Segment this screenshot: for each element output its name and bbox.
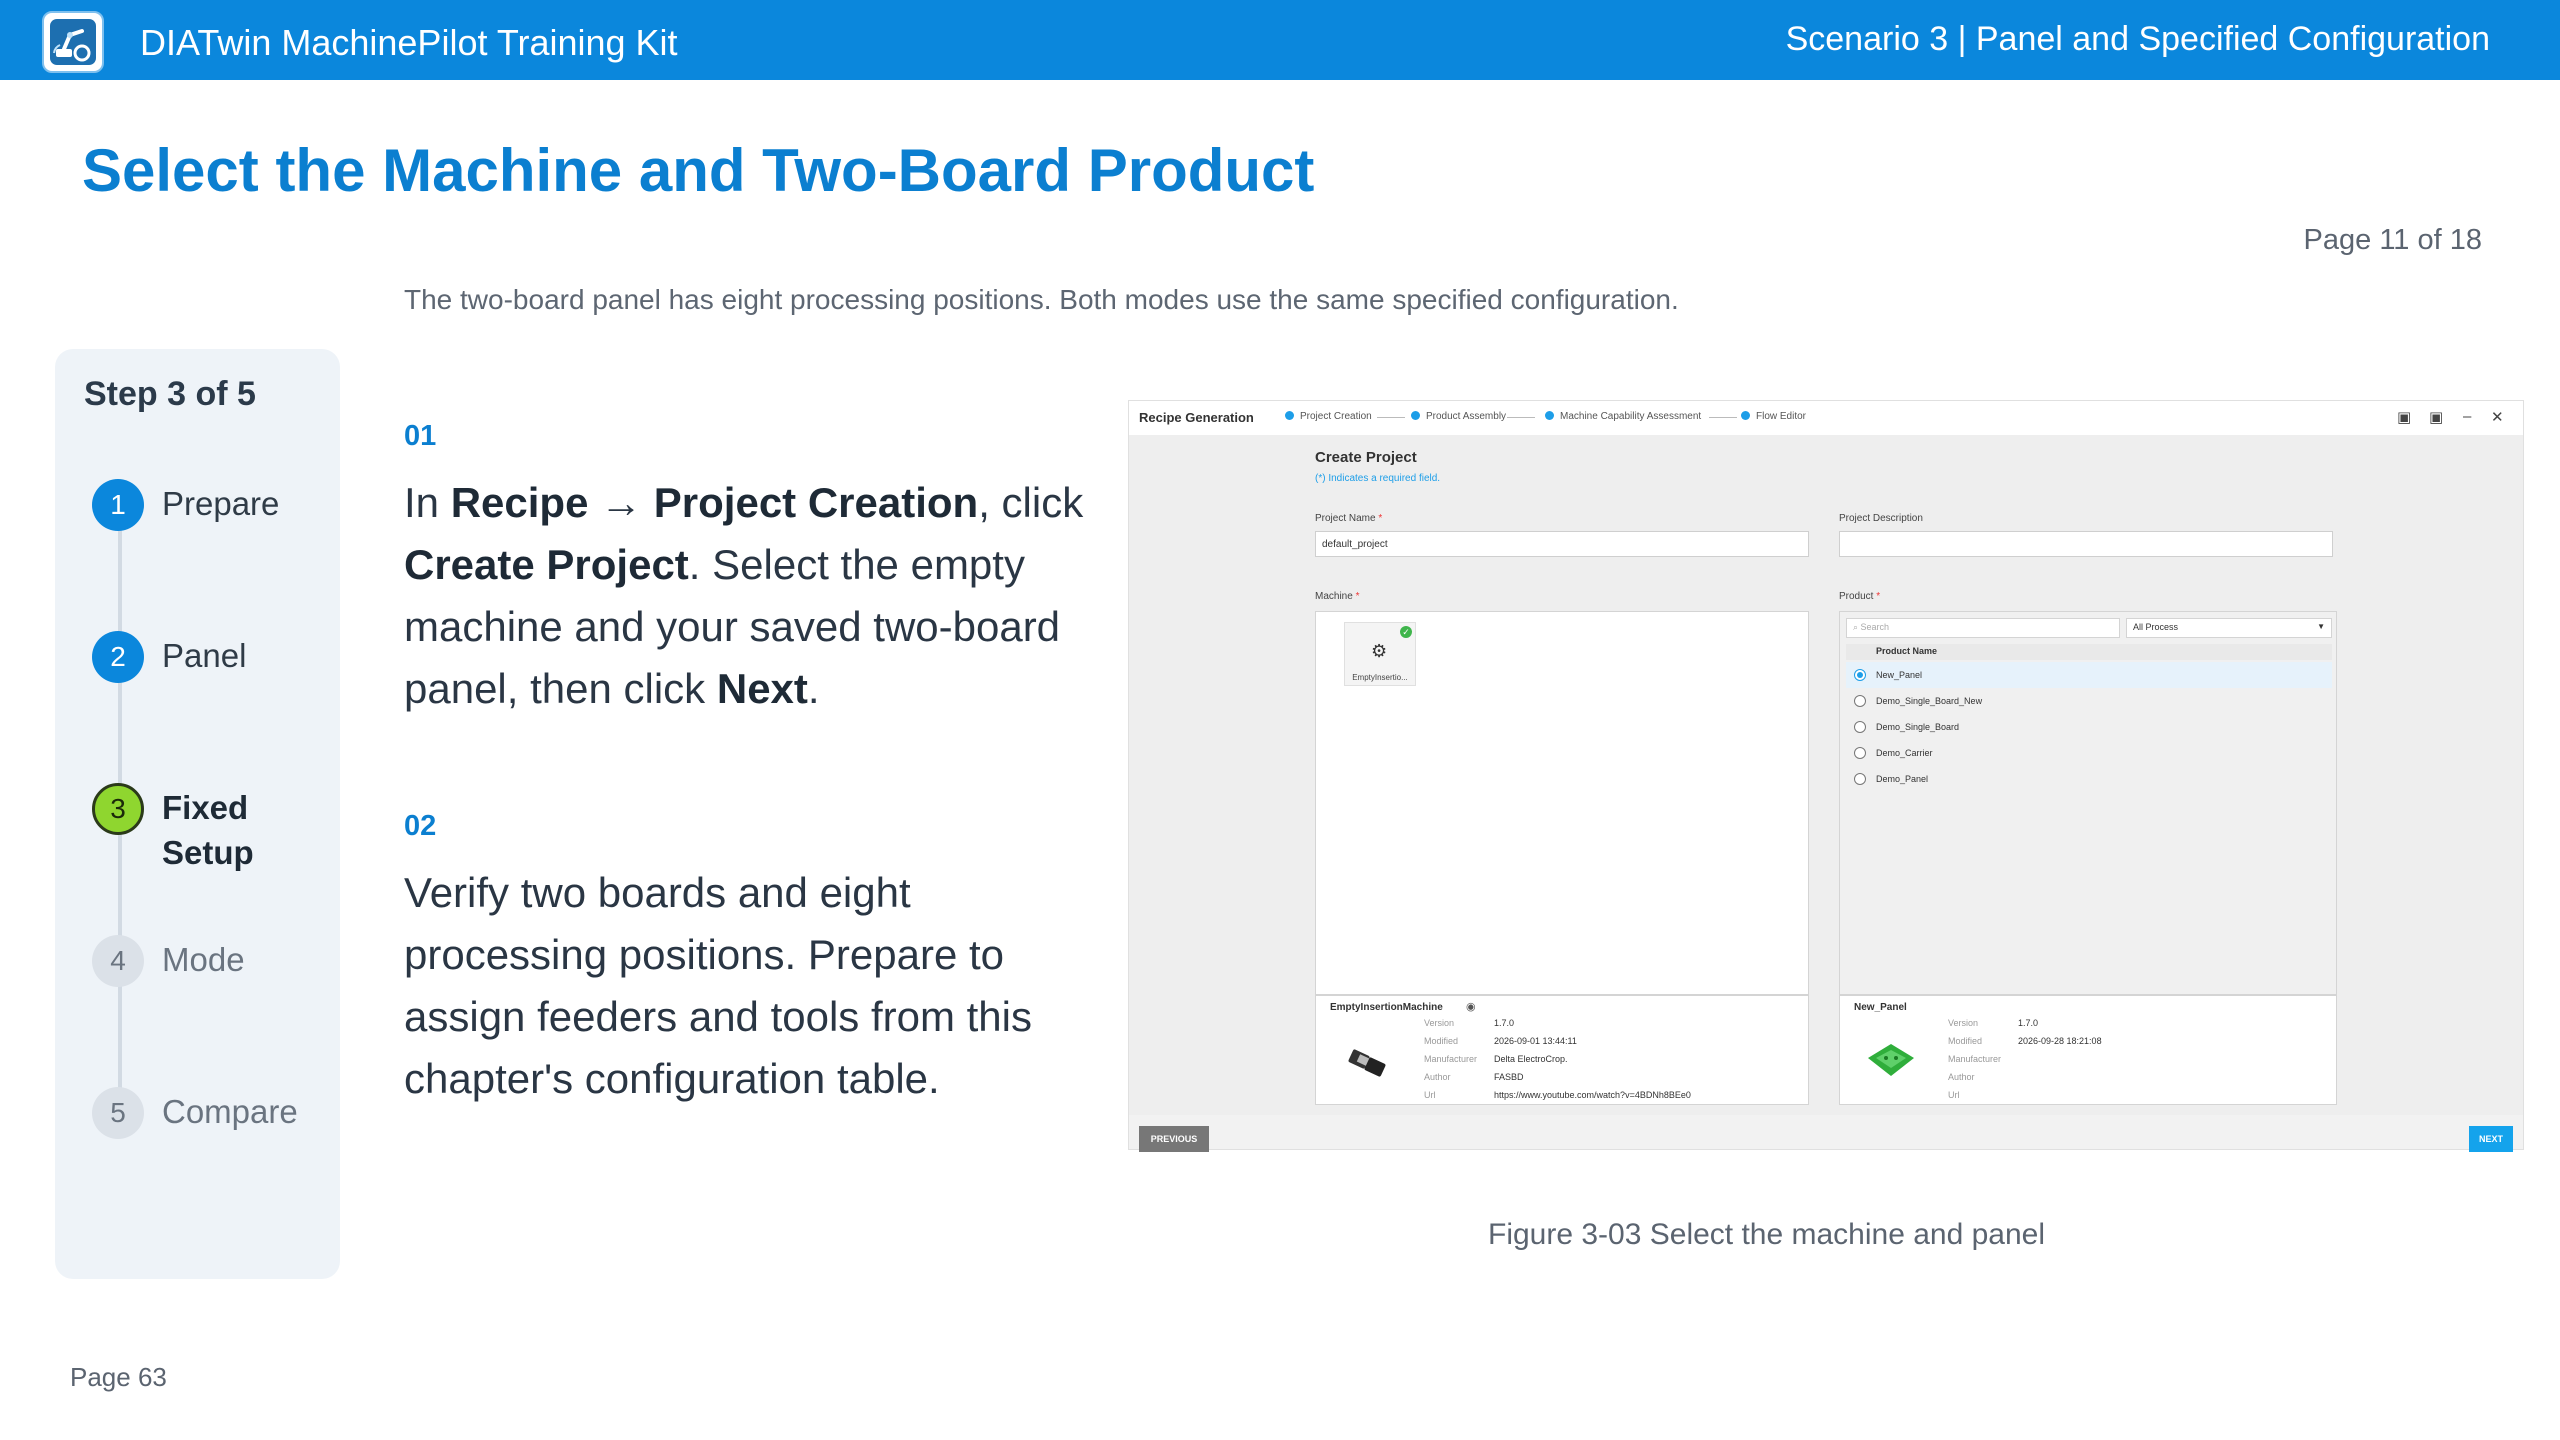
product-row[interactable]: Demo_Panel — [1846, 766, 2332, 792]
step-number: 3 — [92, 783, 144, 835]
footer-page-number: Page 63 — [70, 1362, 167, 1392]
step-heading: Step 3 of 5 — [84, 375, 256, 413]
process-filter-select[interactable]: All Process ▼ — [2126, 618, 2332, 638]
machine-thumbnail — [1348, 1049, 1386, 1077]
step-label: Mode — [162, 941, 245, 978]
radio[interactable] — [1854, 695, 1866, 707]
radio[interactable] — [1854, 773, 1866, 785]
radio[interactable] — [1854, 747, 1866, 759]
save-as-icon[interactable]: ▣ — [2429, 408, 2443, 426]
step-number: 4 — [92, 935, 144, 987]
selected-check-icon: ✓ — [1400, 626, 1412, 638]
next-ref: Next — [716, 665, 808, 712]
figure-screenshot: Recipe Generation Project Creation Produ… — [1128, 400, 2524, 1152]
create-project-ref: Create Project — [404, 541, 689, 588]
instruction-number-01: 01 — [404, 420, 437, 452]
machine-icon: ⚙ — [1371, 641, 1388, 661]
step-label: Panel — [162, 637, 247, 674]
window-titlebar: Recipe Generation Project Creation Produ… — [1129, 401, 2523, 435]
product-row[interactable]: New_Panel — [1846, 662, 2332, 688]
stepper-product-assembly[interactable]: Product Assembly — [1411, 411, 1506, 422]
step-label: Fixed Setup — [162, 785, 254, 875]
product-label: Product * — [1839, 591, 1881, 602]
previous-button[interactable]: PREVIOUS — [1139, 1126, 1209, 1152]
robot-arm-logo-icon — [42, 11, 104, 73]
page-count: Page 11 of 18 — [2303, 224, 2482, 256]
create-project-heading: Create Project — [1315, 449, 1417, 466]
instruction-text-01: In Recipe → Project Creation, click Crea… — [404, 479, 1084, 712]
menu-recipe: Recipe — [450, 479, 589, 526]
page-subtitle: The two-board panel has eight processing… — [404, 284, 1679, 315]
project-description-label: Project Description — [1839, 513, 1923, 524]
menu-project-creation: Project Creation — [653, 479, 979, 526]
step-label-line-2: Setup — [162, 834, 254, 871]
machine-info-card: EmptyInsertionMachine ◉ Version 1.7.0 Mod… — [1315, 995, 1809, 1105]
stepper-machine-capability[interactable]: Machine Capability Assessment — [1545, 411, 1701, 422]
close-icon[interactable]: ✕ — [2491, 408, 2504, 426]
product-search-input[interactable]: ⌕ Search — [1846, 618, 2120, 638]
save-icon[interactable]: ▣ — [2397, 408, 2411, 426]
step-number: 5 — [92, 1087, 144, 1139]
project-name-input[interactable]: default_project — [1315, 531, 1809, 557]
required-note: (*) Indicates a required field. — [1315, 473, 1441, 484]
product-row[interactable]: Demo_Single_Board — [1846, 714, 2332, 740]
product-name-column-header: Product Name — [1846, 644, 2332, 660]
product-row[interactable]: Demo_Single_Board_New — [1846, 688, 2332, 714]
radio-selected[interactable] — [1854, 669, 1866, 681]
machine-list: ⚙ ✓ EmptyInsertio... — [1315, 611, 1809, 995]
instruction-text-02: Verify two boards and eight processing p… — [404, 869, 1032, 1102]
next-button[interactable]: NEXT — [2469, 1126, 2513, 1152]
step-sidebar: Step 3 of 5 1 Prepare 2 Panel 3 Fixed Se… — [55, 349, 340, 1279]
minimize-icon[interactable]: – — [2463, 408, 2471, 425]
instruction-number-02: 02 — [404, 810, 437, 842]
step-label: Prepare — [162, 485, 280, 522]
eye-icon[interactable]: ◉ — [1466, 1000, 1476, 1013]
machine-tile-name: EmptyInsertio... — [1352, 673, 1408, 682]
scenario-label: Scenario 3 | Panel and Specified Configu… — [1785, 20, 2490, 58]
chevron-down-icon: ▼ — [2317, 622, 2325, 631]
step-label-line-1: Fixed — [162, 789, 249, 826]
create-project-form: Create Project (*) Indicates a required … — [1315, 435, 2375, 1115]
step-number: 1 — [92, 479, 144, 531]
step-label: Compare — [162, 1093, 298, 1130]
app-title: DIATwin MachinePilot Training Kit — [140, 22, 678, 63]
project-name-label: Project Name * — [1315, 513, 1383, 524]
stepper-flow-editor[interactable]: Flow Editor — [1741, 411, 1806, 422]
window-title: Recipe Generation — [1139, 410, 1254, 425]
machine-label: Machine * — [1315, 591, 1360, 602]
step-number: 2 — [92, 631, 144, 683]
product-row[interactable]: Demo_Carrier — [1846, 740, 2332, 766]
figure-caption: Figure 3-03 Select the machine and panel — [1488, 1218, 2046, 1251]
app-header: DIATwin MachinePilot Training Kit Scenar… — [0, 0, 2560, 80]
panel-thumbnail — [1868, 1044, 1914, 1076]
product-info-name: New_Panel — [1854, 1002, 1907, 1013]
machine-tile[interactable]: ⚙ ✓ EmptyInsertio... — [1344, 622, 1416, 686]
product-info-card: New_Panel Version 1.7.0 Modified 2026-09-2… — [1839, 995, 2337, 1105]
radio[interactable] — [1854, 721, 1866, 733]
create-project-body: Create Project (*) Indicates a required … — [1129, 435, 2523, 1115]
project-description-input[interactable] — [1839, 531, 2333, 557]
product-list: ⌕ Search All Process ▼ Product Name New_P… — [1839, 611, 2337, 995]
page-title: Select the Machine and Two-Board Product — [82, 137, 1315, 204]
machine-info-name: EmptyInsertionMachine — [1330, 1002, 1443, 1013]
stepper-project-creation[interactable]: Project Creation — [1285, 411, 1372, 422]
